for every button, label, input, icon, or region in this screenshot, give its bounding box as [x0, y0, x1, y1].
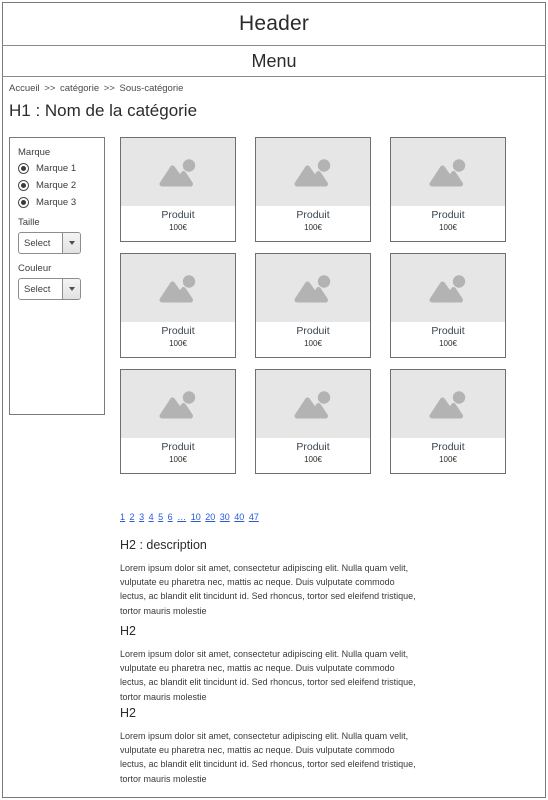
breadcrumb-separator: >>	[44, 83, 56, 94]
section-heading: H2	[120, 706, 136, 720]
chevron-down-icon[interactable]	[62, 279, 80, 299]
section-heading: H2	[120, 624, 136, 638]
description-section: H2 Lorem ipsum dolor sit amet, consectet…	[120, 624, 420, 704]
page-title: H1 : Nom de la catégorie	[9, 101, 198, 120]
filter-radio-marque-2[interactable]: Marque 2	[18, 180, 104, 191]
pagination-ellipsis: …	[177, 512, 187, 522]
product-price: 100€	[304, 339, 322, 348]
radio-label: Marque 2	[36, 180, 77, 191]
product-card[interactable]: Produit 100€	[255, 369, 371, 474]
image-placeholder-icon	[256, 370, 370, 438]
pagination-page-6[interactable]: 6	[168, 512, 173, 522]
pagination-page-3[interactable]: 3	[139, 512, 144, 522]
wireframe-page: Header Menu Accueil >> catégorie >> Sous…	[0, 0, 548, 800]
image-placeholder-icon	[121, 370, 235, 438]
image-placeholder-icon	[391, 370, 505, 438]
product-name: Produit	[431, 325, 465, 337]
product-meta: Produit 100€	[121, 438, 235, 473]
pagination-page-2[interactable]: 2	[130, 512, 135, 522]
product-price: 100€	[169, 223, 187, 232]
color-select-value: Select	[24, 283, 51, 295]
product-name: Produit	[296, 209, 330, 221]
product-meta: Produit 100€	[256, 322, 370, 357]
breadcrumb: Accueil >> catégorie >> Sous-catégorie	[9, 83, 183, 94]
pagination-page-1[interactable]: 1	[120, 512, 125, 522]
pagination-page-40[interactable]: 40	[234, 512, 244, 522]
product-meta: Produit 100€	[121, 322, 235, 357]
image-placeholder-icon	[256, 254, 370, 322]
breadcrumb-item-home[interactable]: Accueil	[9, 83, 40, 94]
product-price: 100€	[439, 223, 457, 232]
product-meta: Produit 100€	[391, 322, 505, 357]
product-card[interactable]: Produit 100€	[390, 369, 506, 474]
product-card[interactable]: Produit 100€	[390, 137, 506, 242]
product-meta: Produit 100€	[256, 206, 370, 241]
section-body: Lorem ipsum dolor sit amet, consectetur …	[120, 563, 416, 616]
product-price: 100€	[169, 339, 187, 348]
product-price: 100€	[304, 455, 322, 464]
size-filter-label: Taille	[18, 217, 40, 228]
image-placeholder-icon	[256, 138, 370, 206]
product-card[interactable]: Produit 100€	[255, 253, 371, 358]
product-card[interactable]: Produit 100€	[390, 253, 506, 358]
header-band: Header	[2, 2, 546, 46]
product-card[interactable]: Produit 100€	[255, 137, 371, 242]
product-grid: Produit 100€ Produit 100€ Produit 100€ P…	[120, 137, 506, 474]
product-name: Produit	[161, 441, 195, 453]
pagination-page-47[interactable]: 47	[249, 512, 259, 522]
color-filter-label: Couleur	[18, 263, 52, 274]
section-heading: H2 : description	[120, 538, 207, 552]
size-select-value: Select	[24, 237, 51, 249]
product-name: Produit	[431, 209, 465, 221]
pagination-page-4[interactable]: 4	[149, 512, 154, 522]
breadcrumb-item-subcategory[interactable]: Sous-catégorie	[120, 83, 184, 94]
filter-radio-marque-1[interactable]: Marque 1	[18, 163, 104, 174]
section-body: Lorem ipsum dolor sit amet, consectetur …	[120, 649, 416, 702]
radio-label: Marque 3	[36, 197, 77, 208]
radio-selected-icon[interactable]	[18, 163, 29, 174]
product-name: Produit	[296, 441, 330, 453]
radio-selected-icon[interactable]	[18, 180, 29, 191]
product-card[interactable]: Produit 100€	[120, 369, 236, 474]
filter-radio-marque-3[interactable]: Marque 3	[18, 197, 104, 208]
product-name: Produit	[161, 209, 195, 221]
product-card[interactable]: Produit 100€	[120, 253, 236, 358]
description-section: H2 : description Lorem ipsum dolor sit a…	[120, 538, 420, 618]
product-name: Produit	[296, 325, 330, 337]
radio-selected-icon[interactable]	[18, 197, 29, 208]
product-meta: Produit 100€	[121, 206, 235, 241]
product-meta: Produit 100€	[391, 438, 505, 473]
color-select[interactable]: Select	[18, 278, 81, 300]
filter-sidebar: Marque Marque 1 Marque 2 Marque 3 Taille…	[9, 137, 105, 415]
radio-label: Marque 1	[36, 163, 77, 174]
product-price: 100€	[439, 455, 457, 464]
product-meta: Produit 100€	[256, 438, 370, 473]
image-placeholder-icon	[391, 254, 505, 322]
size-select[interactable]: Select	[18, 232, 81, 254]
product-meta: Produit 100€	[391, 206, 505, 241]
pagination: 1 2 3 4 5 6 … 10 20 30 40 47	[120, 512, 261, 522]
image-placeholder-icon	[391, 138, 505, 206]
pagination-page-20[interactable]: 20	[205, 512, 215, 522]
pagination-page-5[interactable]: 5	[158, 512, 163, 522]
pagination-page-10[interactable]: 10	[191, 512, 201, 522]
breadcrumb-item-category[interactable]: catégorie	[60, 83, 99, 94]
image-placeholder-icon	[121, 254, 235, 322]
menu-band[interactable]: Menu	[2, 47, 546, 77]
brand-filter-title: Marque	[18, 147, 51, 158]
product-price: 100€	[439, 339, 457, 348]
breadcrumb-separator: >>	[103, 83, 115, 94]
section-body: Lorem ipsum dolor sit amet, consectetur …	[120, 731, 416, 784]
chevron-down-icon[interactable]	[62, 233, 80, 253]
product-card[interactable]: Produit 100€	[120, 137, 236, 242]
product-name: Produit	[161, 325, 195, 337]
menu-title: Menu	[251, 51, 297, 71]
product-price: 100€	[304, 223, 322, 232]
product-price: 100€	[169, 455, 187, 464]
description-section: H2 Lorem ipsum dolor sit amet, consectet…	[120, 706, 420, 786]
header-title: Header	[238, 11, 310, 35]
product-name: Produit	[431, 441, 465, 453]
pagination-page-30[interactable]: 30	[220, 512, 230, 522]
image-placeholder-icon	[121, 138, 235, 206]
